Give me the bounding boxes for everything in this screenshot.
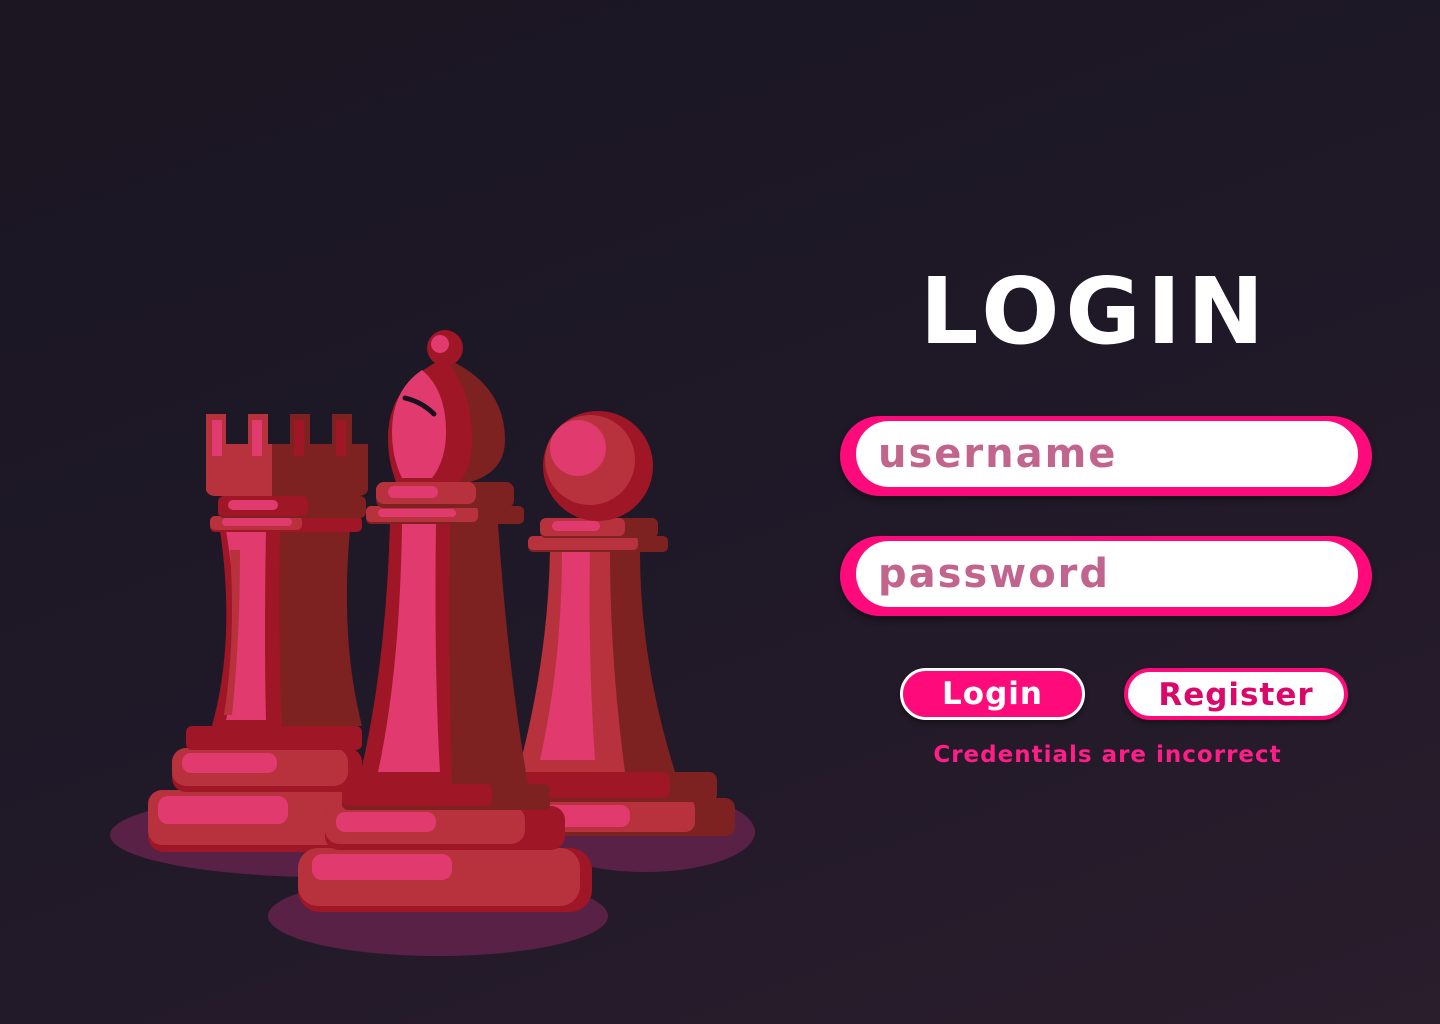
login-page: LOGIN Login Register Credentials are inc…: [0, 0, 1440, 1024]
register-button[interactable]: Register: [1124, 668, 1348, 720]
login-panel: LOGIN Login Register Credentials are inc…: [830, 250, 1390, 810]
username-field-inner: [856, 421, 1358, 487]
error-message: Credentials are incorrect: [933, 742, 1282, 768]
login-title: LOGIN: [919, 258, 1271, 365]
login-button[interactable]: Login: [900, 668, 1085, 720]
chess-pieces-image: [110, 330, 755, 956]
password-field-inner: [856, 541, 1358, 607]
chess-illustration: [100, 320, 780, 970]
username-field: [840, 416, 1372, 496]
password-input[interactable]: [878, 541, 1338, 607]
username-input[interactable]: [878, 421, 1338, 487]
pawn-icon: [510, 411, 735, 836]
password-field: [840, 536, 1372, 616]
